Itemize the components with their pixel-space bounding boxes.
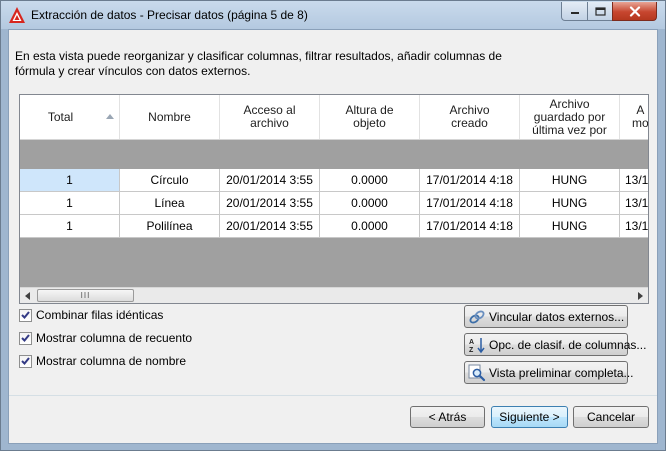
- table-cell[interactable]: 1: [20, 192, 120, 214]
- table-cell[interactable]: 20/01/2014 3:55: [220, 215, 320, 237]
- show-name-checkbox[interactable]: [19, 354, 32, 368]
- next-button[interactable]: Siguiente >: [491, 406, 568, 428]
- svg-text:A: A: [469, 339, 474, 346]
- window-title: Extracción de datos - Precisar datos (pá…: [31, 8, 308, 22]
- column-header-label: Acceso al archivo: [243, 103, 296, 130]
- back-button[interactable]: < Atrás: [410, 406, 485, 428]
- scroll-thumb[interactable]: III: [37, 289, 134, 302]
- close-button[interactable]: [612, 2, 657, 21]
- show-name-option[interactable]: Mostrar columna de nombre: [19, 353, 186, 369]
- scroll-right-button[interactable]: [632, 288, 648, 303]
- column-header-label: Nombre: [148, 109, 191, 124]
- table-cell[interactable]: 20/01/2014 3:55: [220, 169, 320, 191]
- link-external-data-label: Vincular datos externos...: [489, 309, 625, 324]
- data-grid[interactable]: Total Nombre Acceso al archivo Altura de…: [19, 94, 649, 304]
- column-header-modificado[interactable]: A mo: [620, 95, 649, 139]
- table-row[interactable]: 1 Círculo 20/01/2014 3:55 0.0000 17/01/2…: [20, 169, 648, 192]
- table-row[interactable]: 1 Polilínea 20/01/2014 3:55 0.0000 17/01…: [20, 215, 648, 238]
- full-preview-button[interactable]: Vista preliminar completa...: [464, 361, 634, 384]
- link-icon: [469, 310, 485, 323]
- minimize-icon: [570, 12, 579, 14]
- show-count-option[interactable]: Mostrar columna de recuento: [19, 330, 192, 346]
- table-cell[interactable]: Círculo: [120, 169, 220, 191]
- column-header-label: A mo: [632, 103, 649, 130]
- scroll-left-button[interactable]: [20, 288, 36, 303]
- autocad-app-icon: [9, 7, 25, 23]
- link-external-data-button[interactable]: Vincular datos externos...: [464, 305, 628, 328]
- table-cell[interactable]: 1: [20, 215, 120, 237]
- show-name-label: Mostrar columna de nombre: [36, 354, 187, 368]
- table-cell[interactable]: 17/01/2014 4:18: [420, 169, 520, 191]
- table-row[interactable]: 1 Línea 20/01/2014 3:55 0.0000 17/01/201…: [20, 192, 648, 215]
- column-header-creado[interactable]: Archivo creado: [420, 95, 520, 139]
- column-header-acceso[interactable]: Acceso al archivo: [220, 95, 320, 139]
- title-bar[interactable]: Extracción de datos - Precisar datos (pá…: [1, 1, 665, 29]
- horizontal-scrollbar[interactable]: III: [20, 287, 648, 303]
- combine-identical-option[interactable]: Combinar filas idénticas: [19, 307, 163, 323]
- table-cell[interactable]: 13/1: [620, 215, 648, 237]
- table-cell[interactable]: 0.0000: [320, 215, 420, 237]
- svg-text:Z: Z: [469, 347, 474, 354]
- table-cell[interactable]: 20/01/2014 3:55: [220, 192, 320, 214]
- maximize-icon: [594, 6, 606, 16]
- table-cell[interactable]: Polilínea: [120, 215, 220, 237]
- column-header-label: Altura de objeto: [345, 103, 394, 130]
- close-icon: [629, 5, 640, 17]
- table-cell[interactable]: HUNG: [520, 192, 620, 214]
- table-cell[interactable]: HUNG: [520, 215, 620, 237]
- table-cell[interactable]: 17/01/2014 4:18: [420, 192, 520, 214]
- scroll-grip: III: [80, 291, 91, 300]
- table-cell[interactable]: 0.0000: [320, 192, 420, 214]
- table-cell[interactable]: 13/1: [620, 169, 648, 191]
- sort-ascending-icon: [106, 114, 114, 119]
- dialog-client-area: En esta vista puede reorganizar y clasif…: [8, 29, 658, 444]
- checkmark-icon: [21, 311, 30, 319]
- column-header-altura[interactable]: Altura de objeto: [320, 95, 420, 139]
- table-cell[interactable]: 13/1: [620, 192, 648, 214]
- table-cell[interactable]: 17/01/2014 4:18: [420, 215, 520, 237]
- checkmark-icon: [21, 334, 30, 342]
- grid-header: Total Nombre Acceso al archivo Altura de…: [20, 95, 649, 140]
- sort-az-icon: A Z: [469, 337, 485, 354]
- arrow-left-icon: [25, 292, 30, 300]
- column-header-nombre[interactable]: Nombre: [120, 95, 220, 139]
- arrow-right-icon: [638, 292, 643, 300]
- dialog-window: Extracción de datos - Precisar datos (pá…: [0, 0, 666, 451]
- column-header-label: Archivo creado: [449, 103, 490, 130]
- table-cell[interactable]: 0.0000: [320, 169, 420, 191]
- magnifier-icon: [468, 364, 486, 381]
- column-header-label: Archivo guardado por última vez por: [532, 96, 607, 137]
- column-sort-options-button[interactable]: A Z Opc. de clasif. de columnas...: [464, 333, 646, 356]
- footer-separator: [9, 395, 657, 396]
- full-preview-label: Vista preliminar completa...: [489, 365, 634, 380]
- checkmark-icon: [21, 357, 30, 365]
- combine-identical-label: Combinar filas idénticas: [36, 308, 164, 322]
- column-sort-options-label: Opc. de clasif. de columnas...: [489, 337, 647, 352]
- column-header-guardado[interactable]: Archivo guardado por última vez por: [520, 95, 620, 139]
- column-header-label: Total: [47, 109, 74, 124]
- minimize-button[interactable]: [561, 2, 588, 21]
- column-header-total[interactable]: Total: [20, 95, 120, 139]
- show-count-label: Mostrar columna de recuento: [36, 331, 193, 345]
- maximize-button[interactable]: [587, 2, 613, 21]
- table-cell[interactable]: HUNG: [520, 169, 620, 191]
- page-description: En esta vista puede reorganizar y clasif…: [15, 49, 502, 78]
- show-count-checkbox[interactable]: [19, 331, 32, 345]
- cancel-button[interactable]: Cancelar: [573, 406, 649, 428]
- table-cell[interactable]: 1: [20, 169, 120, 191]
- table-cell[interactable]: Línea: [120, 192, 220, 214]
- combine-identical-checkbox[interactable]: [19, 308, 32, 322]
